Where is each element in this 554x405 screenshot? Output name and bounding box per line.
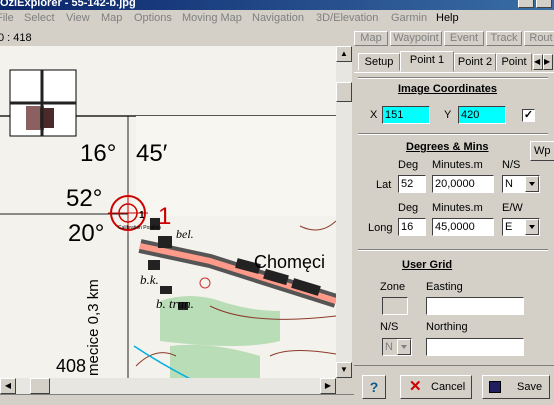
- menu-3d-elevation[interactable]: 3D/Elevation: [316, 12, 378, 24]
- title-bar: OziExplorer - 55-142-b.jpg: [0, 0, 554, 10]
- ns-header: N/S: [502, 159, 521, 171]
- x-coordinate-input[interactable]: 151: [382, 106, 430, 124]
- help-button[interactable]: ?: [362, 375, 386, 399]
- minutes-header-long: Minutes.m: [432, 202, 483, 214]
- map-image: 16° 45′ 52° 20° Chomęci 408 bel. b.k. b.…: [0, 69, 336, 378]
- minimize-button[interactable]: [518, 0, 534, 8]
- tab-track[interactable]: Track: [486, 31, 522, 46]
- user-grid-group: [358, 249, 548, 251]
- menu-bar: File Select View Map Options Moving Map …: [0, 10, 554, 28]
- easting-input[interactable]: [426, 297, 524, 315]
- deg-header-lat: Deg: [398, 159, 419, 171]
- zone-input: [382, 297, 408, 315]
- scroll-left-button[interactable]: ◀: [0, 378, 16, 394]
- grid-ns-label: N/S: [380, 321, 399, 333]
- chevron-down-icon[interactable]: [525, 176, 539, 192]
- grid-ns-value: N: [385, 341, 393, 353]
- tab-point-1[interactable]: Point 1: [400, 51, 454, 72]
- menu-moving-map[interactable]: Moving Map: [182, 12, 242, 24]
- map-label-vertical: mecice 0,3 km: [85, 279, 102, 376]
- scroll-right-button[interactable]: ▶: [320, 378, 336, 394]
- map-label-bel: bel.: [176, 227, 194, 241]
- menu-map[interactable]: Map: [101, 12, 122, 24]
- coordinate-readout-bar: 0 : 418: [0, 29, 354, 45]
- tab-map[interactable]: Map: [354, 31, 388, 46]
- x-label: X: [370, 109, 378, 121]
- map-label-town: Chomęci: [254, 252, 325, 272]
- lat-label: Lat: [376, 179, 392, 191]
- tab-point-2[interactable]: Point 2: [454, 53, 496, 71]
- save-button[interactable]: Save: [482, 375, 550, 399]
- tab-event[interactable]: Event: [444, 31, 484, 46]
- tab-scroll-left[interactable]: ◀: [533, 54, 543, 70]
- image-coords-checkbox[interactable]: ✓: [522, 109, 535, 122]
- cancel-label: Cancel: [431, 381, 466, 393]
- menu-help[interactable]: Help: [436, 12, 459, 24]
- lat-hemisphere-value: N: [505, 178, 513, 190]
- degrees-mins-group: [358, 133, 548, 135]
- tab-waypoint[interactable]: Waypoint: [390, 31, 442, 46]
- tab-setup[interactable]: Setup: [358, 53, 400, 71]
- marker-number: 1: [139, 210, 145, 221]
- save-label: Save: [517, 381, 543, 393]
- map-label-btran: b. tran.: [156, 296, 194, 311]
- menu-file[interactable]: File: [0, 12, 14, 24]
- menu-garmin[interactable]: Garmin: [391, 12, 427, 24]
- long-label: Long: [368, 222, 393, 234]
- minutes-header-lat: Minutes.m: [432, 159, 483, 171]
- menu-navigation[interactable]: Navigation: [252, 12, 304, 24]
- chevron-down-icon[interactable]: [525, 219, 539, 235]
- lat-minutes-input[interactable]: 20,0000: [432, 175, 494, 193]
- zone-label: Zone: [380, 281, 406, 293]
- image-coordinates-heading: Image Coordinates: [398, 83, 498, 95]
- long-hemisphere-select[interactable]: E: [502, 218, 540, 236]
- coordinate-readout: 0 : 418: [0, 32, 32, 44]
- help-icon: ?: [369, 379, 379, 395]
- deg-header-long: Deg: [398, 202, 419, 214]
- map-canvas[interactable]: 16° 45′ 52° 20° Chomęci 408 bel. b.k. b.…: [0, 46, 336, 378]
- cancel-button[interactable]: ✕ Cancel: [400, 375, 472, 399]
- window-title: OziExplorer - 55-142-b.jpg: [0, 0, 136, 9]
- map-vertical-scrollbar[interactable]: ▲ ▼: [336, 46, 352, 378]
- lat-hemisphere-select[interactable]: N: [502, 175, 540, 193]
- tab-point-3[interactable]: Point 3: [496, 53, 532, 71]
- cancel-x-icon: ✕: [409, 378, 422, 395]
- northing-input[interactable]: [426, 338, 524, 356]
- maximize-button[interactable]: [536, 0, 552, 8]
- menu-options[interactable]: Options: [134, 12, 172, 24]
- menu-view[interactable]: View: [66, 12, 90, 24]
- marker-caption: Calibration Position: [118, 225, 161, 231]
- map-label-20deg: 20°: [68, 220, 104, 247]
- long-minutes-input[interactable]: 45,0000: [432, 218, 494, 236]
- map-label-52deg: 52°: [66, 185, 102, 212]
- scroll-thumb-horizontal[interactable]: [30, 378, 50, 394]
- map-label-45min: 45′: [136, 140, 168, 167]
- calibration-panel: Map Waypoint Event Track Rout Setup Poin…: [354, 29, 554, 404]
- user-grid-heading: User Grid: [402, 259, 453, 271]
- long-hemisphere-value: E: [505, 221, 513, 233]
- menu-select[interactable]: Select: [24, 12, 55, 24]
- easting-label: Easting: [426, 281, 463, 293]
- chevron-down-icon: [397, 339, 411, 355]
- waypoint-button[interactable]: Wp: [530, 141, 554, 161]
- map-horizontal-scrollbar[interactable]: ◀ ▶: [0, 378, 336, 394]
- map-label-bk: b.k.: [140, 272, 159, 287]
- map-label-408: 408: [56, 356, 86, 376]
- object-tabs: Map Waypoint Event Track Rout: [354, 29, 554, 47]
- long-degrees-input[interactable]: 16: [398, 218, 426, 236]
- floppy-disk-icon: [489, 381, 501, 393]
- scroll-thumb-vertical[interactable]: [336, 82, 352, 102]
- tab-scroll-right[interactable]: ▶: [543, 54, 553, 70]
- ew-header: E/W: [502, 202, 523, 214]
- map-label-16deg: 16°: [80, 140, 116, 167]
- y-label: Y: [444, 109, 452, 121]
- degrees-mins-heading: Degrees & Mins: [406, 141, 489, 153]
- lat-degrees-input[interactable]: 52: [398, 175, 426, 193]
- grid-ns-select: N: [382, 338, 412, 356]
- scroll-down-button[interactable]: ▼: [336, 362, 352, 378]
- northing-label: Northing: [426, 321, 468, 333]
- scroll-up-button[interactable]: ▲: [336, 46, 352, 62]
- tab-route[interactable]: Rout: [524, 31, 554, 46]
- y-coordinate-input[interactable]: 420: [458, 106, 506, 124]
